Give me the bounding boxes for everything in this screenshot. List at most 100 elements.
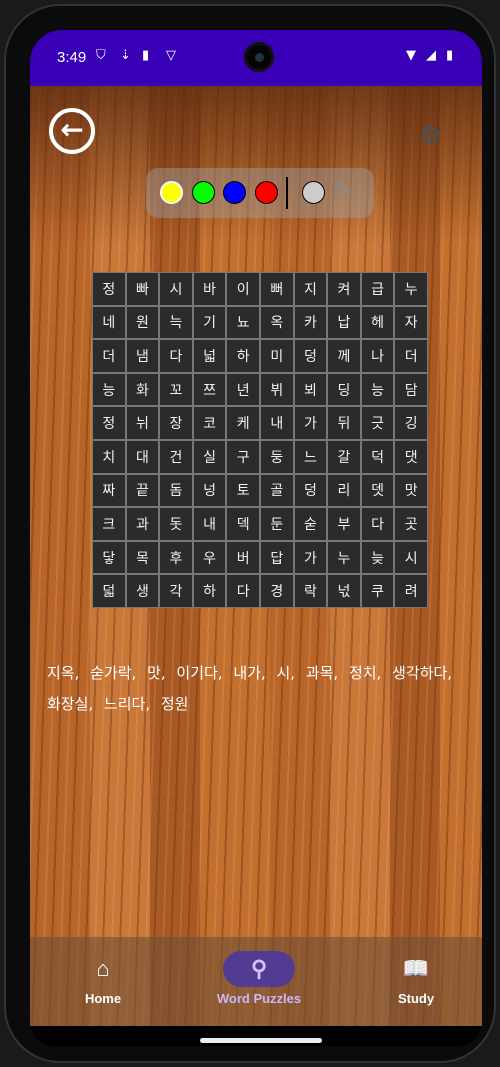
grid-cell[interactable]: 장 <box>160 407 192 439</box>
grid-cell[interactable]: 꼬 <box>160 373 192 406</box>
grid-cell[interactable]: 쯔 <box>193 373 226 406</box>
color-green-button[interactable] <box>192 181 215 204</box>
grid-cell[interactable]: 누 <box>395 273 427 305</box>
grid-cell[interactable]: 정 <box>93 407 125 439</box>
grid-cell[interactable]: 실 <box>193 440 226 473</box>
grid-cell[interactable]: 짜 <box>93 474 125 507</box>
color-blue-button[interactable] <box>223 181 246 204</box>
grid-cell[interactable]: 뉘 <box>126 407 159 439</box>
grid-cell[interactable]: 늑 <box>160 306 192 339</box>
grid-cell[interactable]: 끝 <box>126 474 159 507</box>
grid-cell[interactable]: 넝 <box>193 474 226 507</box>
grid-cell[interactable]: 능 <box>93 373 125 406</box>
grid-cell[interactable]: 냄 <box>126 340 159 372</box>
grid-cell[interactable]: 덩 <box>294 474 327 507</box>
grid-cell[interactable]: 둔 <box>261 508 293 540</box>
grid-cell[interactable]: 누 <box>328 541 360 574</box>
settings-button[interactable]: ⚙ <box>419 123 442 149</box>
grid-cell[interactable]: 넋 <box>328 575 360 607</box>
grid-cell[interactable]: 목 <box>126 541 159 574</box>
grid-cell[interactable]: 갈 <box>328 440 360 473</box>
grid-cell[interactable]: 리 <box>328 474 360 507</box>
grid-cell[interactable]: 버 <box>227 541 259 574</box>
grid-cell[interactable]: 자 <box>395 306 427 339</box>
grid-cell[interactable]: 켜 <box>328 273 360 305</box>
nav-study[interactable]: 📖 Study <box>356 937 476 1006</box>
grid-cell[interactable]: 덩 <box>294 340 327 372</box>
grid-cell[interactable]: 긋 <box>361 407 394 439</box>
grid-cell[interactable]: 코 <box>193 407 226 439</box>
home-indicator[interactable] <box>200 1038 322 1043</box>
grid-cell[interactable]: 년 <box>227 373 259 406</box>
grid-cell[interactable]: 더 <box>395 340 427 372</box>
grid-cell[interactable]: 딩 <box>328 373 360 406</box>
grid-cell[interactable]: 생 <box>126 575 159 607</box>
grid-cell[interactable]: 구 <box>227 440 259 473</box>
grid-cell[interactable]: 다 <box>227 575 259 607</box>
grid-cell[interactable]: 빠 <box>126 273 159 305</box>
grid-cell[interactable]: 시 <box>160 273 192 305</box>
grid-cell[interactable]: 닿 <box>93 541 125 574</box>
grid-cell[interactable]: 락 <box>294 575 327 607</box>
grid-cell[interactable]: 후 <box>160 541 192 574</box>
grid-cell[interactable]: 치 <box>93 440 125 473</box>
grid-cell[interactable]: 지 <box>294 273 327 305</box>
grid-cell[interactable]: 다 <box>361 508 394 540</box>
grid-cell[interactable]: 뒤 <box>328 407 360 439</box>
grid-cell[interactable]: 넓 <box>193 340 226 372</box>
grid-cell[interactable]: 급 <box>361 273 394 305</box>
grid-cell[interactable]: 정 <box>93 273 125 305</box>
grid-cell[interactable]: 우 <box>193 541 226 574</box>
grid-cell[interactable]: 대 <box>126 440 159 473</box>
color-red-button[interactable] <box>255 181 278 204</box>
grid-cell[interactable]: 능 <box>361 373 394 406</box>
grid-cell[interactable]: 헤 <box>361 306 394 339</box>
grid-cell[interactable]: 시 <box>395 541 427 574</box>
grid-cell[interactable]: 담 <box>395 373 427 406</box>
grid-cell[interactable]: 내 <box>261 407 293 439</box>
grid-cell[interactable]: 경 <box>261 575 293 607</box>
grid-cell[interactable]: 건 <box>160 440 192 473</box>
grid-cell[interactable]: 옥 <box>261 306 293 339</box>
grid-cell[interactable]: 하 <box>227 340 259 372</box>
grid-cell[interactable]: 하 <box>193 575 226 607</box>
grid-cell[interactable]: 느 <box>294 440 327 473</box>
grid-cell[interactable]: 화 <box>126 373 159 406</box>
grid-cell[interactable]: 뎃 <box>361 474 394 507</box>
grid-cell[interactable]: 가 <box>294 541 327 574</box>
word-search-grid[interactable]: 정빠시바이뻐지켜급누네원늑기뇨옥카납헤자더냄다넓하미덩께나더능화꼬쯔년뷔뵈딩능담… <box>92 272 428 608</box>
grid-cell[interactable]: 깅 <box>395 407 427 439</box>
grid-cell[interactable]: 바 <box>193 273 226 305</box>
grid-cell[interactable]: 더 <box>93 340 125 372</box>
grid-cell[interactable]: 내 <box>193 508 226 540</box>
grid-cell[interactable]: 나 <box>361 340 394 372</box>
grid-cell[interactable]: 덱 <box>227 508 259 540</box>
color-yellow-button[interactable] <box>160 181 183 204</box>
grid-cell[interactable]: 뻐 <box>261 273 293 305</box>
pencil-icon[interactable]: ✎ <box>334 178 352 203</box>
nav-home[interactable]: ⌂ Home <box>43 937 163 1006</box>
grid-cell[interactable]: 과 <box>126 508 159 540</box>
grid-cell[interactable]: 토 <box>227 474 259 507</box>
grid-cell[interactable]: 부 <box>328 508 360 540</box>
grid-cell[interactable]: 골 <box>261 474 293 507</box>
grid-cell[interactable]: 뵈 <box>294 373 327 406</box>
grid-cell[interactable]: 둥 <box>261 440 293 473</box>
grid-cell[interactable]: 숟 <box>294 508 327 540</box>
grid-cell[interactable]: 돗 <box>160 508 192 540</box>
grid-cell[interactable]: 려 <box>395 575 427 607</box>
grid-cell[interactable]: 미 <box>261 340 293 372</box>
grid-cell[interactable]: 원 <box>126 306 159 339</box>
grid-cell[interactable]: 기 <box>193 306 226 339</box>
grid-cell[interactable]: 네 <box>93 306 125 339</box>
eraser-color-button[interactable] <box>302 181 325 204</box>
grid-cell[interactable]: 덟 <box>93 575 125 607</box>
grid-cell[interactable]: 덕 <box>361 440 394 473</box>
grid-cell[interactable]: 카 <box>294 306 327 339</box>
grid-cell[interactable]: 이 <box>227 273 259 305</box>
grid-cell[interactable]: 께 <box>328 340 360 372</box>
back-button[interactable]: ← <box>49 108 95 154</box>
grid-cell[interactable]: 납 <box>328 306 360 339</box>
grid-cell[interactable]: 뇨 <box>227 306 259 339</box>
grid-cell[interactable]: 뷔 <box>261 373 293 406</box>
